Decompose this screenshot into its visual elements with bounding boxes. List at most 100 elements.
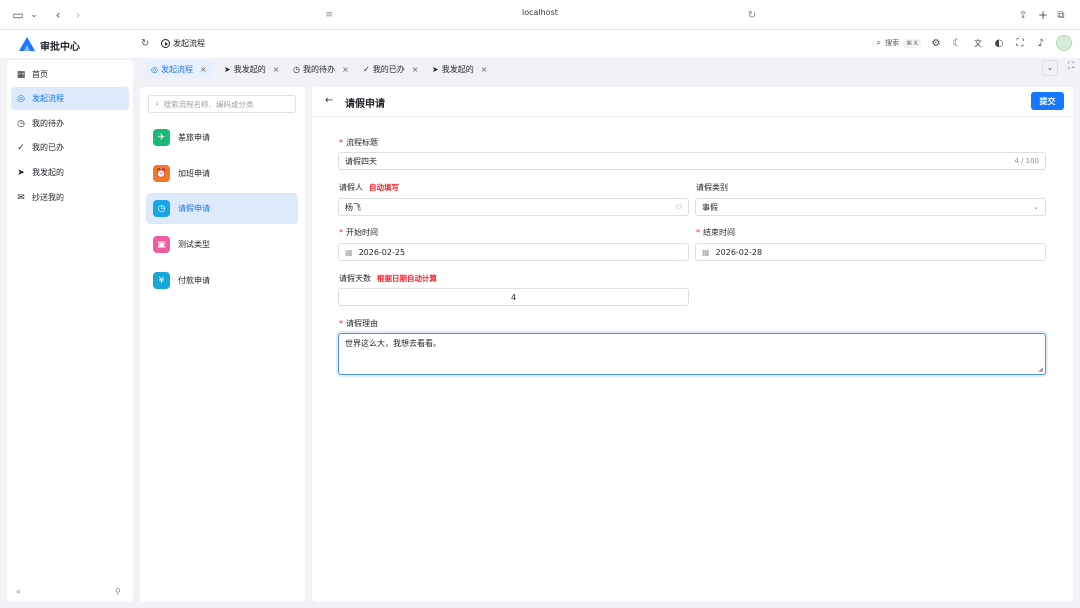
chevron-down-icon[interactable]: ⌄ xyxy=(1042,60,1058,76)
app-title: 审批中心 xyxy=(40,42,80,53)
clock-icon: ◷ xyxy=(17,118,25,129)
tab-label: 我发起的 xyxy=(441,64,474,74)
tab-initiated-2[interactable]: ➤ 我发起的 × xyxy=(426,60,493,78)
close-icon[interactable]: × xyxy=(342,65,349,74)
label-text: 请假人 xyxy=(339,183,363,192)
send-icon: ➤ xyxy=(432,64,439,74)
form-header: ← 请假申请 提交 xyxy=(312,87,1073,117)
process-search: ⌕ xyxy=(148,95,296,113)
field-label-applicant: 请假人 自动填写 xyxy=(339,182,399,193)
process-item-leave[interactable]: ◷ 请假申请 xyxy=(146,193,298,224)
mail-icon: ✉ xyxy=(17,192,25,203)
field-label-end: * 结束时间 xyxy=(696,227,735,238)
close-icon[interactable]: × xyxy=(481,65,488,74)
check-circle-icon: ✓ xyxy=(363,64,370,74)
tab-initiated[interactable]: ➤ 我发起的 × xyxy=(218,60,285,78)
days-input[interactable]: 4 xyxy=(338,288,689,306)
tabs-overview-icon[interactable]: ⧉ xyxy=(1053,7,1069,23)
collapse-sidebar-icon[interactable]: « xyxy=(16,587,21,596)
sidebar-item-todo[interactable]: ◷ 我的待办 xyxy=(11,112,129,135)
sidebar-item-label: 发起流程 xyxy=(32,94,64,103)
title-input[interactable]: 请假四天 4 / 100 xyxy=(338,152,1046,170)
sidebar-item-cc[interactable]: ✉ 抄送我的 xyxy=(11,186,129,209)
new-tab-icon[interactable]: + xyxy=(1035,7,1051,23)
search-label: 搜索 xyxy=(885,39,900,47)
tab-label: 我的待办 xyxy=(302,64,335,74)
arrow-left-icon[interactable]: ← xyxy=(325,95,333,106)
tab-todo[interactable]: ◷ 我的待办 × xyxy=(287,60,355,78)
calendar-icon: ▣ xyxy=(153,236,170,253)
language-icon[interactable]: 文 xyxy=(972,38,984,49)
field-label-title: * 流程标题 xyxy=(339,137,378,148)
settings-icon[interactable]: ⚙ xyxy=(930,38,942,49)
days-value: 4 xyxy=(510,292,517,302)
chevron-down-icon[interactable]: ⌄ xyxy=(26,7,42,23)
field-label-reason: * 请假理由 xyxy=(339,318,378,329)
site-settings-icon[interactable]: ≡ xyxy=(321,7,337,23)
start-date-picker[interactable]: ▦ 2026-02-25 xyxy=(338,243,689,261)
back-icon[interactable]: ‹ xyxy=(50,7,66,23)
start-date-value: 2026-02-25 xyxy=(358,247,406,257)
field-label-category: 请假类别 xyxy=(696,182,728,193)
fullscreen-icon[interactable]: ⛶ xyxy=(1068,61,1074,71)
process-item-overtime[interactable]: ⏰ 加班申请 xyxy=(146,158,298,189)
sidebar-item-done[interactable]: ✓ 我的已办 xyxy=(11,136,129,159)
end-date-value: 2026-02-28 xyxy=(715,247,763,257)
sidebar-item-home[interactable]: ▦ 首页 xyxy=(11,63,129,86)
sidebar-item-label: 首页 xyxy=(32,70,48,79)
submit-button[interactable]: 提交 xyxy=(1031,92,1064,110)
chevron-down-icon: ⌄ xyxy=(1033,203,1039,211)
char-counter: 4 / 100 xyxy=(1014,157,1039,165)
tabs-bar: ◎ 发起流程 × ➤ 我发起的 × ◷ 我的待办 × ✓ 我的已办 × ➤ 我发… xyxy=(140,58,1080,80)
play-circle-icon: ◎ xyxy=(17,93,25,104)
end-date-picker[interactable]: ▦ 2026-02-28 xyxy=(695,243,1046,261)
process-item-label: 付款申请 xyxy=(178,276,210,285)
resize-handle-icon[interactable]: ◢ xyxy=(1038,366,1043,373)
process-item-travel[interactable]: ✈ 差旅申请 xyxy=(146,122,298,153)
applicant-input[interactable]: 杨飞 ⚇ xyxy=(338,198,689,216)
dark-mode-icon[interactable]: ☾ xyxy=(951,38,963,49)
app-header: 审批中心 ↻ 发起流程 ⌕ 搜索 ⌘ K ⚙ ☾ 文 ◐ ⛶ ♪ xyxy=(0,30,1080,58)
process-search-input[interactable] xyxy=(163,99,289,109)
category-value: 事假 xyxy=(702,202,718,212)
calendar-icon: ▦ xyxy=(702,247,710,257)
fullscreen-icon[interactable]: ⛶ xyxy=(1014,38,1026,49)
bell-icon[interactable]: ♪ xyxy=(1035,38,1047,49)
title-value: 请假四天 xyxy=(345,156,377,166)
sidebar-item-start-process[interactable]: ◎ 发起流程 xyxy=(11,87,129,110)
required-mark: * xyxy=(339,319,343,328)
tab-start-process[interactable]: ◎ 发起流程 × xyxy=(145,60,213,78)
pin-icon[interactable]: ⚲ xyxy=(115,587,121,596)
refresh-icon[interactable]: ↻ xyxy=(141,38,149,49)
theme-icon[interactable]: ◐ xyxy=(993,38,1005,49)
send-icon: ➤ xyxy=(224,64,231,74)
reload-icon[interactable]: ↻ xyxy=(744,7,760,23)
tab-done[interactable]: ✓ 我的已办 × xyxy=(357,60,424,78)
share-icon[interactable]: ⇪ xyxy=(1015,7,1031,23)
address-bar[interactable]: localhost xyxy=(440,8,640,17)
plane-icon: ✈ xyxy=(153,129,170,146)
reason-textarea[interactable]: 世界这么大，我想去看看。 ◢ xyxy=(338,333,1046,375)
label-text: 流程标题 xyxy=(346,138,378,147)
tab-label: 发起流程 xyxy=(160,64,193,74)
global-search[interactable]: ⌕ 搜索 ⌘ K xyxy=(876,38,921,48)
alarm-icon: ⏰ xyxy=(153,165,170,182)
required-mark: * xyxy=(339,228,343,237)
yen-icon: ¥ xyxy=(153,272,170,289)
process-item-payment[interactable]: ¥ 付款申请 xyxy=(146,265,298,296)
field-label-start: * 开始时间 xyxy=(339,227,378,238)
sidebar-toggle-icon[interactable]: ▭ xyxy=(10,7,26,23)
search-icon: ⌕ xyxy=(155,99,160,108)
close-icon[interactable]: × xyxy=(412,65,419,74)
sidebar-item-initiated[interactable]: ➤ 我发起的 xyxy=(11,161,129,184)
avatar[interactable] xyxy=(1056,35,1072,51)
form-title: 请假申请 xyxy=(345,99,385,110)
header-tools: ⌕ 搜索 ⌘ K ⚙ ☾ 文 ◐ ⛶ ♪ xyxy=(876,35,1072,51)
category-select[interactable]: 事假 ⌄ xyxy=(695,198,1046,216)
breadcrumb-label: 发起流程 xyxy=(173,39,205,48)
close-icon[interactable]: × xyxy=(200,65,207,74)
forward-icon[interactable]: › xyxy=(70,7,86,23)
process-item-test[interactable]: ▣ 测试类型 xyxy=(146,229,298,260)
search-shortcut: ⌘ K xyxy=(903,38,921,48)
close-icon[interactable]: × xyxy=(273,65,280,74)
